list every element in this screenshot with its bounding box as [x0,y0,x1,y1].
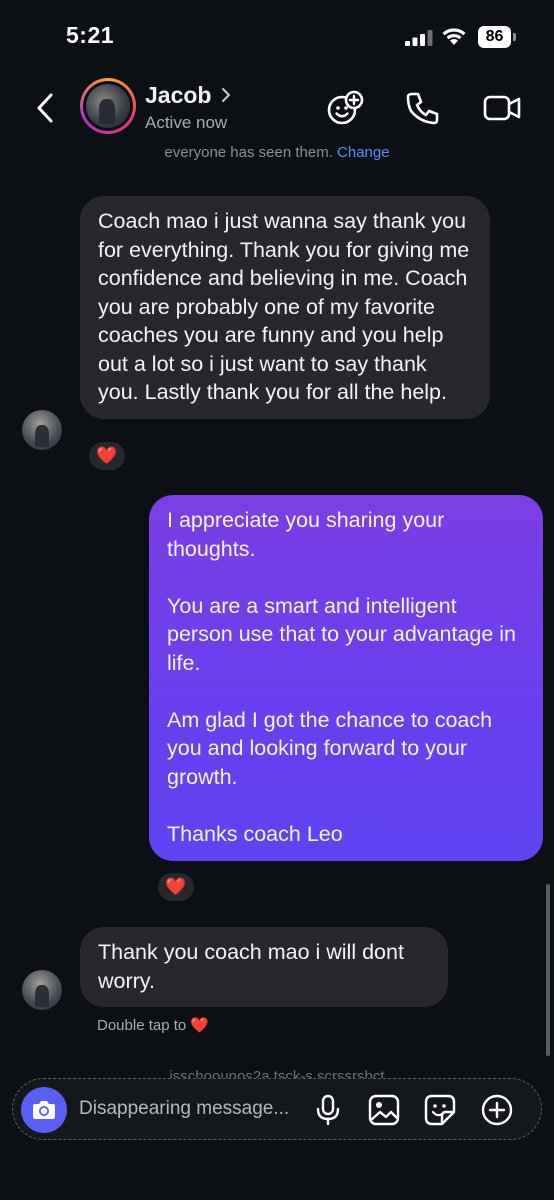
chat-header: Jacob Active now [0,70,554,146]
notice-change-link[interactable]: Change [337,146,390,161]
message-text: Coach mao i just wanna say thank you for… [98,209,476,404]
gallery-icon[interactable] [367,1093,401,1127]
sender-avatar[interactable] [22,410,62,450]
double-tap-text: Double tap to [97,1017,187,1034]
message-paragraph: Am glad I got the chance to coach you an… [167,707,499,789]
battery-tip [513,33,516,41]
back-arrow-icon[interactable] [30,88,60,128]
effects-icon[interactable] [326,88,366,128]
camera-icon [33,1101,55,1119]
phone-icon[interactable] [403,88,443,128]
status-time: 5:21 [66,22,115,48]
contact-name[interactable]: Jacob [145,82,211,109]
sender-avatar[interactable] [22,970,62,1010]
message-paragraph: I appreciate you sharing your thoughts. [167,508,451,561]
message-bubble-outgoing[interactable]: I appreciate you sharing your thoughts. … [149,495,543,861]
battery-indicator: 86 [478,26,518,48]
microphone-icon[interactable] [311,1093,345,1127]
message-paragraph: You are a smart and intelligent person u… [167,593,523,675]
plus-icon[interactable] [480,1093,514,1127]
message-bubble-incoming[interactable]: Thank you coach mao i will dont worry. [80,927,448,1007]
message-input[interactable] [79,1096,315,1122]
message-list[interactable]: everyone has seen them. Change Coach mao… [0,146,554,1066]
wifi-icon [442,28,466,45]
heart-icon: ❤️ [190,1017,210,1034]
camera-button[interactable] [21,1087,67,1133]
chat-screen: 5:21 86 Jacob Active now everyone has se… [0,0,554,1200]
notice-text: everyone has seen them. [164,146,333,161]
disappearing-notice: everyone has seen them. Change [0,146,554,162]
status-bar: 5:21 86 [0,0,554,70]
message-paragraph: Thanks coach Leo [167,821,343,846]
scrollbar[interactable] [546,884,550,1056]
battery-level: 86 [478,26,511,48]
sticker-icon[interactable] [423,1093,457,1127]
message-bubble-incoming[interactable]: Coach mao i just wanna say thank you for… [80,196,490,419]
heart-reaction[interactable]: ❤️ [155,870,197,904]
active-status: Active now [145,113,228,132]
double-tap-hint: Double tap to ❤️ [97,1016,209,1034]
contact-avatar[interactable] [80,78,136,134]
message-text: Thank you coach mao i will dont worry. [98,940,410,993]
message-composer [12,1078,542,1140]
video-camera-icon[interactable] [482,88,522,128]
cellular-signal-icon [405,30,433,46]
chevron-right-icon[interactable] [219,86,233,104]
heart-reaction[interactable]: ❤️ [86,439,128,473]
